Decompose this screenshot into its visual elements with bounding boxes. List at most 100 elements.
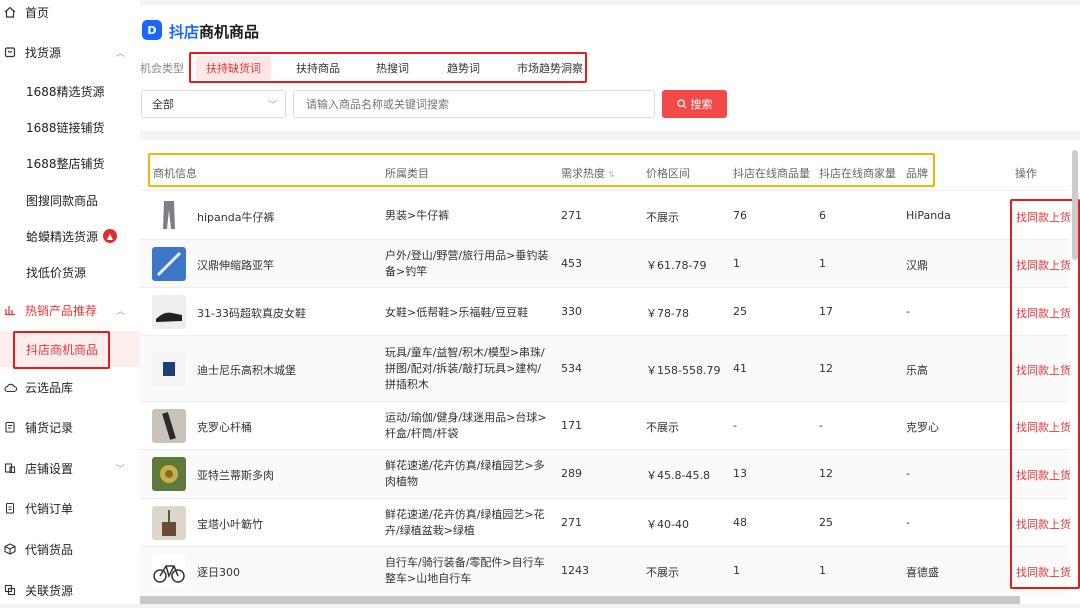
sidebar-item-label: 图搜同款商品 <box>26 193 99 208</box>
main-content: D 抖店商机商品 机会类型 扶持缺货词 扶持商品 热搜词 趋势词 市场趋势洞察 … <box>140 0 1080 604</box>
price-range: ￥78-78 <box>646 307 689 320</box>
online-merchants: 12 <box>819 467 833 480</box>
demand-heat: 1243 <box>561 564 589 577</box>
sidebar-item-linked-source[interactable]: 关联货源 <box>0 572 140 608</box>
sidebar-item-label: 首页 <box>25 5 50 20</box>
online-products: 41 <box>733 362 747 375</box>
sidebar-item-1688-selected[interactable]: 1688精选货源 <box>0 73 140 109</box>
category-path: 玩具/童车/益智/积木/模型>串珠/拼图/配对/拆装/敲打玩具>建构/拼插积木 <box>385 346 545 391</box>
opportunity-table: 商机信息 所属类目 需求热度 ⇅ 价格区间 抖店在线商品量 抖店在线商家量 品牌 … <box>140 140 1080 604</box>
product-name: 31-33码超软真皮女鞋 <box>197 307 306 320</box>
search-input[interactable] <box>293 90 655 118</box>
category-path: 自行车/骑行装备/零配件>自行车整车>山地自行车 <box>385 556 545 585</box>
sidebar-item-label: 1688整店铺货 <box>26 156 105 171</box>
table-row: 克罗心杆桶 运动/瑜伽/健身/球迷用品>台球>杆盒/杆筒/杆袋 171 不展示 … <box>140 401 1071 449</box>
sidebar-item-label: 关联货源 <box>25 583 74 598</box>
horizontal-scrollbar[interactable] <box>140 596 1020 604</box>
highlight-sidebar-box <box>13 331 110 369</box>
product-name: 亚特兰蒂斯多肉 <box>197 469 274 482</box>
product-name: 逐日300 <box>197 566 240 579</box>
chevron-down-icon: ﹀ <box>116 464 126 475</box>
demand-heat: 453 <box>561 257 582 270</box>
demand-heat: 534 <box>561 362 582 375</box>
price-range: ￥40-40 <box>646 518 689 531</box>
sidebar-item-consign-goods[interactable]: 代销货品 <box>0 531 140 567</box>
product-name: hipanda牛仔裤 <box>197 211 275 224</box>
product-thumbnail <box>152 506 186 540</box>
online-products: 1 <box>733 564 740 577</box>
sidebar-item-home[interactable]: 首页 <box>0 0 140 30</box>
online-products: 25 <box>733 305 747 318</box>
brand: 汉鼎 <box>906 259 928 272</box>
sidebar-item-image-search[interactable]: 图搜同款商品 <box>0 182 140 218</box>
cloud-icon <box>3 380 17 394</box>
highlight-action-column-box <box>1010 199 1080 589</box>
sidebar-item-1688-store[interactable]: 1688整店铺货 <box>0 145 140 181</box>
online-products: 76 <box>733 209 747 222</box>
online-merchants: 25 <box>819 516 833 529</box>
sidebar-item-label: 热销产品推荐 <box>25 303 98 318</box>
product-name: 克罗心杆桶 <box>197 421 252 434</box>
order-icon <box>3 501 17 515</box>
price-range: ￥158-558.79 <box>646 364 721 377</box>
vertical-scrollbar[interactable] <box>1072 150 1078 260</box>
category-select[interactable]: 全部 ﹀ <box>141 90 286 118</box>
demand-heat: 171 <box>561 419 582 432</box>
chart-icon <box>3 303 17 317</box>
table-row: hipanda牛仔裤 男装>牛仔裤 271 不展示 76 6 HiPanda 找… <box>140 190 1071 239</box>
sidebar-item-hama-selected[interactable]: 蛤蟆精选货源 ▲ <box>0 218 140 254</box>
sidebar-item-consign-orders[interactable]: 代销订单 <box>0 490 140 526</box>
sidebar-item-label: 蛤蟆精选货源 <box>26 229 99 244</box>
sidebar-item-listing-record[interactable]: 铺货记录 <box>0 409 140 445</box>
search-button[interactable]: 搜索 <box>662 90 727 118</box>
box-icon <box>3 542 17 556</box>
category-path: 女鞋>低帮鞋>乐福鞋/豆豆鞋 <box>385 306 529 319</box>
demand-heat: 271 <box>561 209 582 222</box>
link-icon <box>3 583 17 597</box>
chevron-up-icon: ︿ <box>116 48 126 59</box>
online-merchants: - <box>819 419 823 432</box>
search-icon <box>676 99 686 109</box>
sidebar-item-find-source[interactable]: 找货源 ︿ <box>0 34 140 70</box>
product-thumbnail <box>152 198 186 232</box>
category-path: 鲜花速递/花卉仿真/绿植园艺>花卉/绿植盆栽>绿植 <box>385 508 545 537</box>
sidebar-item-label: 代销订单 <box>25 501 74 516</box>
price-range: ￥61.78-79 <box>646 259 707 272</box>
source-icon <box>3 45 17 59</box>
chevron-down-icon: ﹀ <box>267 100 277 111</box>
online-products: 13 <box>733 467 747 480</box>
price-range: 不展示 <box>646 421 679 434</box>
brand: HiPanda <box>906 209 951 222</box>
brand: 喜德盛 <box>906 566 939 579</box>
demand-heat: 330 <box>561 305 582 318</box>
product-name: 迪士尼乐高积木城堡 <box>197 364 296 377</box>
sidebar-item-low-price[interactable]: 找低价货源 <box>0 254 140 290</box>
table-row: 汉鼎伸缩路亚竿 户外/登山/野营/旅行用品>垂钓装备>钓竿 453 ￥61.78… <box>140 239 1071 287</box>
product-thumbnail <box>152 554 186 588</box>
sidebar-item-1688-link[interactable]: 1688链接铺货 <box>0 109 140 145</box>
highlight-tabs-box <box>189 52 587 83</box>
sidebar-item-label: 找货源 <box>25 45 62 60</box>
sidebar: 首页 找货源 ︿ 1688精选货源 1688链接铺货 1688整店铺货 图搜同款… <box>0 0 140 604</box>
online-products: 48 <box>733 516 747 529</box>
page-title: 抖店商机商品 <box>169 23 260 41</box>
product-thumbnail <box>152 457 186 491</box>
record-icon <box>3 420 17 434</box>
table-row: 31-33码超软真皮女鞋 女鞋>低帮鞋>乐福鞋/豆豆鞋 330 ￥78-78 2… <box>140 287 1071 335</box>
sidebar-item-store-settings[interactable]: 店铺设置 ﹀ <box>0 450 140 486</box>
online-merchants: 17 <box>819 305 833 318</box>
demand-heat: 271 <box>561 516 582 529</box>
product-name: 汉鼎伸缩路亚竿 <box>197 259 274 272</box>
sidebar-item-label: 1688链接铺货 <box>26 120 105 135</box>
sidebar-item-cloud-library[interactable]: 云选品库 <box>0 369 140 405</box>
fire-badge-icon: ▲ <box>103 229 117 243</box>
table-row: 宝塔小叶簕竹 鲜花速递/花卉仿真/绿植园艺>花卉/绿植盆栽>绿植 271 ￥40… <box>140 498 1071 546</box>
sidebar-item-hot-products[interactable]: 热销产品推荐 ︿ <box>0 292 140 328</box>
demand-heat: 289 <box>561 467 582 480</box>
header-action: 操作 <box>1015 167 1037 180</box>
category-path: 鲜花速递/花卉仿真/绿植园艺>多肉植物 <box>385 459 545 488</box>
opportunity-type-label: 机会类型 <box>140 62 184 75</box>
brand: - <box>906 467 910 480</box>
product-thumbnail <box>152 409 186 443</box>
online-merchants: 12 <box>819 362 833 375</box>
